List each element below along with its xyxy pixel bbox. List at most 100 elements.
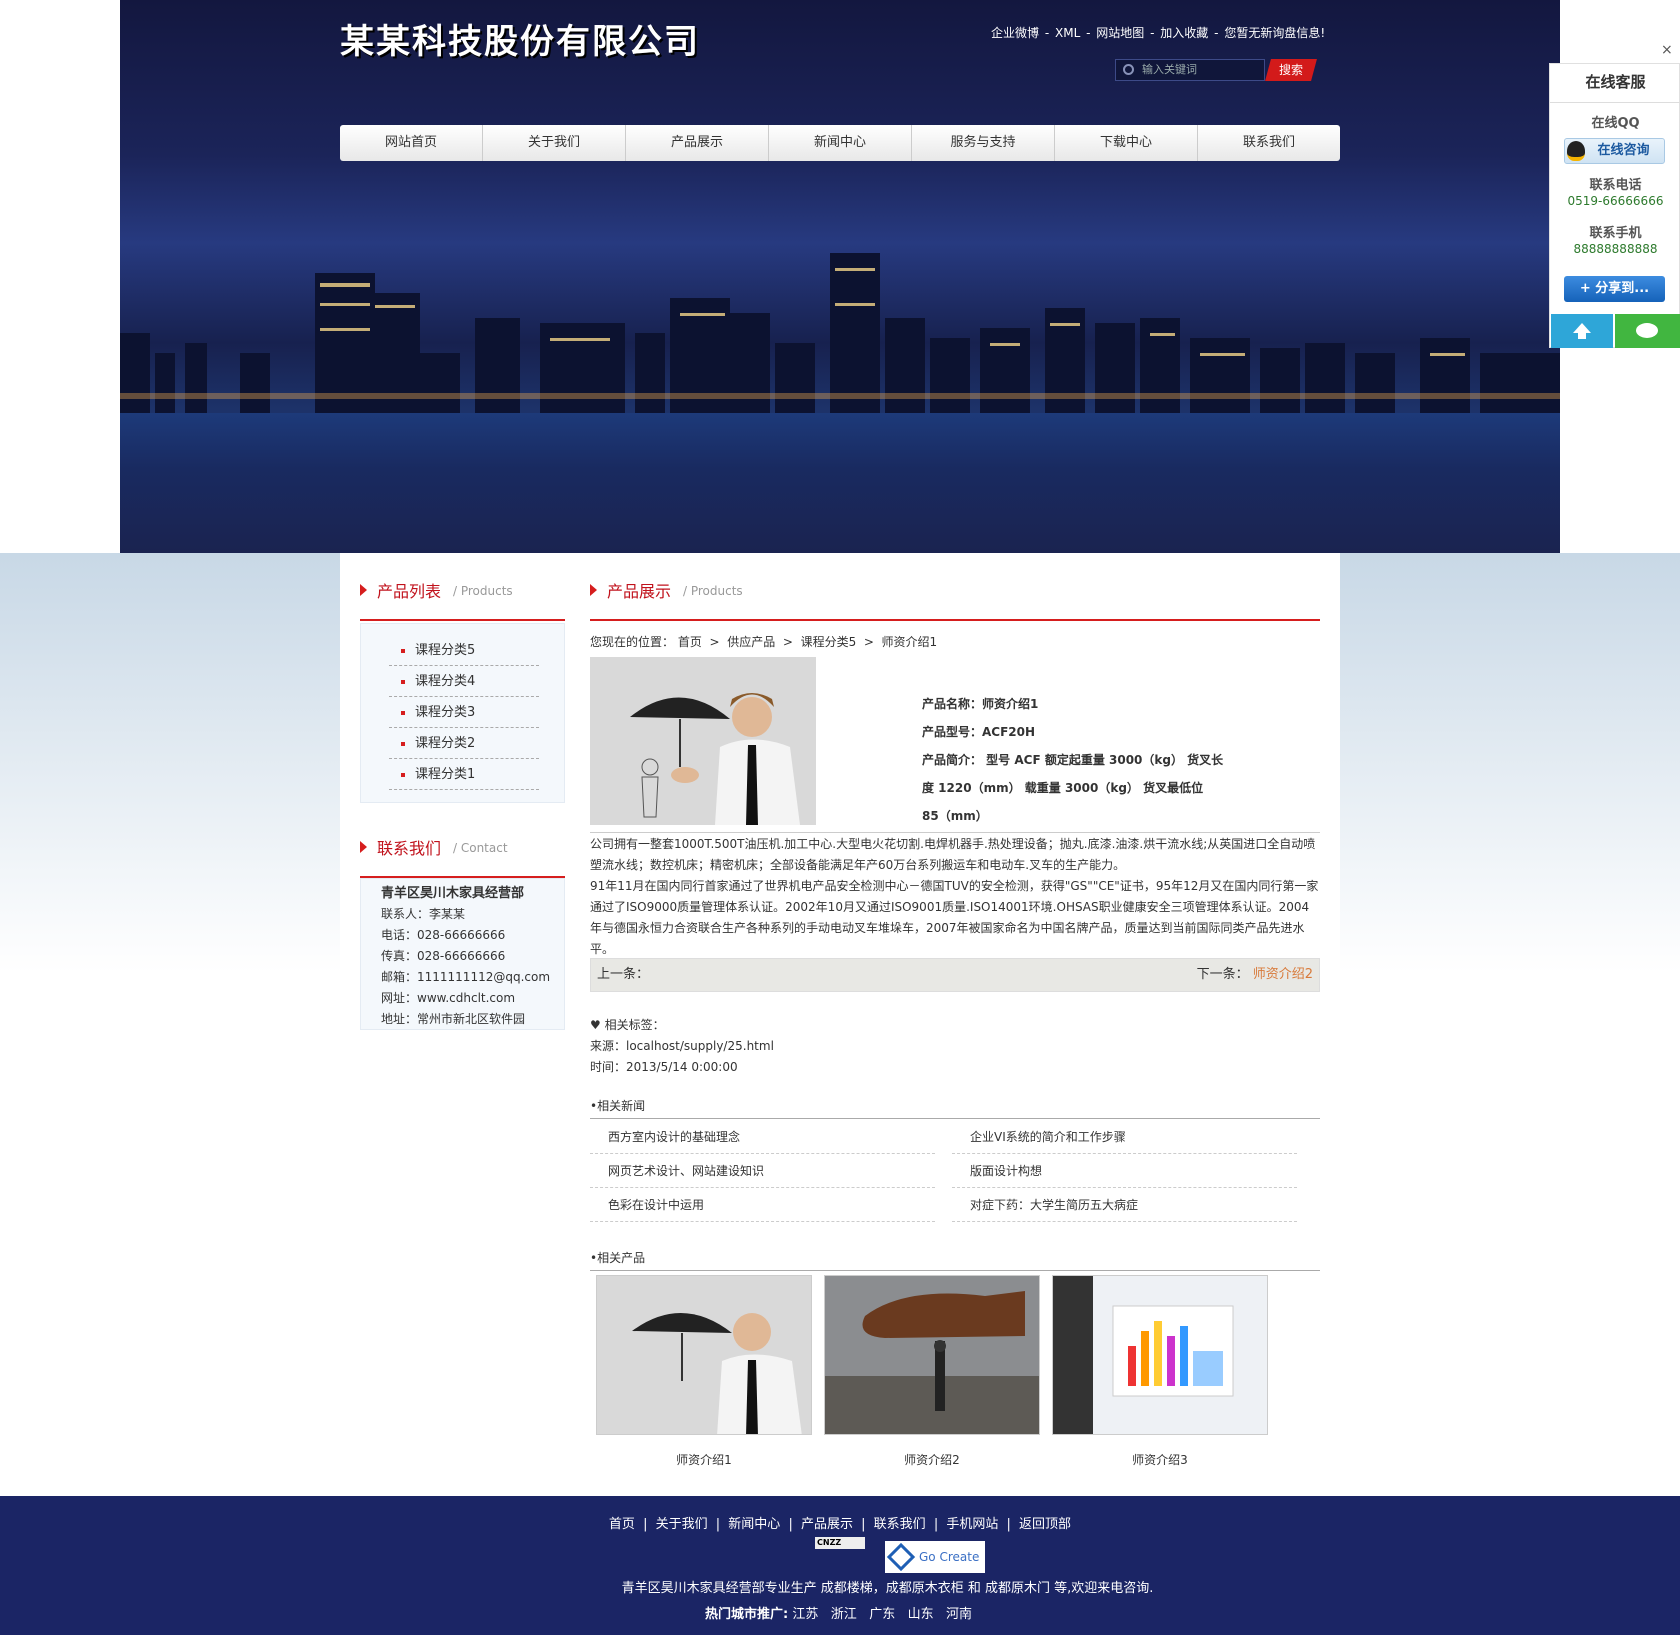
link-favorite[interactable]: 加入收藏 [1160,26,1208,40]
search-input[interactable]: 输入关键词 [1115,59,1265,81]
back-to-top-icon[interactable] [1551,314,1613,348]
section-subtitle: / Products [683,584,743,598]
mobile-label: 联系手机 [1589,226,1642,241]
main-content: 产品列表 / Products 课程分类5 课程分类4 课程分类3 课程分类2 … [340,553,1340,1495]
breadcrumb-home[interactable]: 首页 [678,635,702,649]
category-item[interactable]: 课程分类2 [389,728,539,759]
nav-products[interactable]: 产品展示 [626,125,769,161]
category-item[interactable]: 课程分类3 [389,697,539,728]
city-link[interactable]: 山东 [908,1607,934,1622]
product-image [590,657,816,825]
city-link[interactable]: 江苏 [792,1607,818,1622]
related-product-image[interactable] [1052,1275,1268,1435]
news-item[interactable]: 企业VI系统的简介和工作步骤 [952,1120,1297,1154]
partner-logo[interactable]: Go Create [885,1541,985,1573]
news-item[interactable]: 版面设计构想 [952,1154,1297,1188]
nav-service[interactable]: 服务与支持 [912,125,1055,161]
related-product-card[interactable]: 师资介绍3 [1052,1275,1268,1468]
contact-subtitle: / Contact [453,841,508,855]
news-item[interactable]: 对症下药：大学生简历五大病症 [952,1188,1297,1222]
breadcrumb-prefix: 您现在的位置： [590,635,675,649]
contact-email: 邮箱：1111111112@qq.com [381,970,551,984]
search-button[interactable]: 搜索 [1265,59,1317,81]
related-product-name[interactable]: 师资介绍3 [1052,1451,1268,1468]
related-product-image[interactable] [824,1275,1040,1435]
news-item[interactable]: 色彩在设计中运用 [590,1188,935,1222]
search-placeholder: 输入关键词 [1142,63,1197,76]
related-product-name[interactable]: 师资介绍1 [596,1451,812,1468]
city-link[interactable]: 广东 [869,1607,895,1622]
link-weibo[interactable]: 企业微博 [991,26,1039,40]
product-model: 产品型号：ACF20H [922,725,1036,739]
breadcrumb-category[interactable]: 课程分类5 [801,635,857,649]
separator: | [715,1517,721,1532]
related-product-card[interactable]: 师资介绍2 [824,1275,1040,1468]
product-intro: 85（mm） [922,809,988,823]
phone-number: 0519-66666666 [1567,194,1664,208]
hot-cities: 热门城市推广: 江苏 浙江 广东 山东 河南 [705,1603,972,1622]
product-name: 产品名称：师资介绍1 [922,697,1039,711]
triangle-icon [360,584,367,596]
city-skyline-image [120,253,1560,413]
separator: | [933,1517,939,1532]
nav-home[interactable]: 网站首页 [340,125,483,161]
source: 来源：localhost/supply/25.html [590,1039,774,1053]
online-service-panel: 在线客服 在线QQ 在线咨询 联系电话 0519-66666666 联系手机 8… [1549,63,1680,348]
footer-link-about[interactable]: 关于我们 [656,1517,708,1532]
separator: - [1086,26,1091,40]
cnzz-badge[interactable]: CNZZ [815,1537,865,1549]
product-meta: ♥ 相关标签： 来源：localhost/supply/25.html 时间：2… [590,1015,774,1078]
site-logo[interactable]: 某某科技股份有限公司 [340,14,700,63]
nav-about[interactable]: 关于我们 [483,125,626,161]
city-link[interactable]: 河南 [946,1607,972,1622]
nav-contact[interactable]: 联系我们 [1198,125,1340,161]
contact-section-title: 联系我们 / Contact [360,810,565,878]
share-button[interactable]: + 分享到... [1564,276,1665,302]
nav-news[interactable]: 新闻中心 [769,125,912,161]
qq-consult-button[interactable]: 在线咨询 [1564,138,1665,164]
breadcrumb: 您现在的位置： 首页 > 供应产品 > 课程分类5 > 师资介绍1 [590,631,937,653]
link-sitemap[interactable]: 网站地图 [1096,26,1144,40]
nav-download[interactable]: 下载中心 [1055,125,1198,161]
footer-link-mobile[interactable]: 手机网站 [946,1517,998,1532]
related-product-name[interactable]: 师资介绍2 [824,1451,1040,1468]
product-intro: 产品简介： 型号 ACF 额定起重量 3000（kg） 货叉长 [922,753,1224,767]
footer-link-contact[interactable]: 联系我们 [874,1517,926,1532]
category-item[interactable]: 课程分类1 [389,759,539,790]
qq-icon [1567,141,1585,161]
related-product-card[interactable]: 师资介绍1 [596,1275,812,1468]
divider [590,832,1320,833]
news-item[interactable]: 西方室内设计的基础理念 [590,1120,935,1154]
footer-link-top[interactable]: 返回顶部 [1019,1517,1071,1532]
separator: - [1214,26,1219,40]
breadcrumb-supply[interactable]: 供应产品 [727,635,775,649]
breadcrumb-separator: > [863,635,874,649]
city-link[interactable]: 浙江 [831,1607,857,1622]
qq-label: 在线QQ [1591,116,1640,131]
diamond-icon [886,1542,916,1572]
category-item[interactable]: 课程分类5 [389,635,539,666]
next-label: 下一条： [1196,967,1249,982]
related-product-image[interactable] [596,1275,812,1435]
footer-link-home[interactable]: 首页 [609,1517,635,1532]
header-banner: 某某科技股份有限公司 企业微博 - XML - 网站地图 - 加入收藏 - 您暂… [120,0,1560,553]
chat-icon[interactable] [1615,314,1680,348]
footer-link-products[interactable]: 产品展示 [801,1517,853,1532]
next-link[interactable]: 师资介绍2 [1253,967,1313,982]
divider [1550,102,1680,103]
link-xml[interactable]: XML [1055,26,1080,40]
close-icon[interactable]: × [1661,42,1673,58]
breadcrumb-current: 师资介绍1 [881,635,938,649]
link-inquiry[interactable]: 您暂无新询盘信息! [1224,26,1325,40]
service-title: 在线客服 [1585,73,1646,91]
water-reflection [120,413,1560,553]
product-section-title: 产品展示 / Products [590,553,1320,621]
product-intro: 度 1220（mm） 载重量 3000（kg） 货叉最低位 [922,781,1204,795]
contact-address: 地址：常州市新北区软件园 [381,1012,526,1026]
section-title: 产品展示 [607,582,672,601]
category-item[interactable]: 课程分类4 [389,666,539,697]
footer-link-news[interactable]: 新闻中心 [728,1517,780,1532]
news-item[interactable]: 网页艺术设计、网站建设知识 [590,1154,935,1188]
hot-cities-label: 热门城市推广: [705,1607,789,1622]
contact-person: 联系人：李某某 [381,907,466,921]
